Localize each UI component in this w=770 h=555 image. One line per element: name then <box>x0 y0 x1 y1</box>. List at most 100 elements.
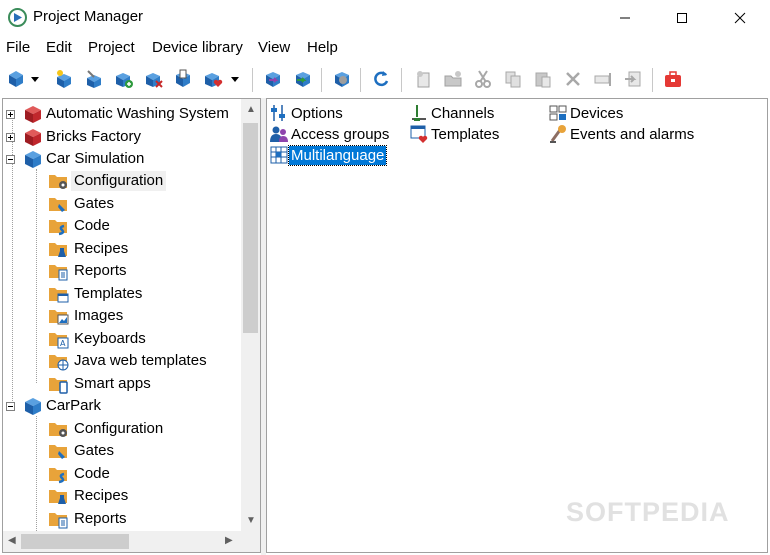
menu-file[interactable]: File <box>6 39 30 56</box>
close-icon <box>734 12 746 24</box>
tree-item-label: Recipes <box>74 487 129 504</box>
menu-device-library[interactable]: Device library <box>152 39 243 56</box>
web-button[interactable] <box>330 68 354 90</box>
paste-button[interactable] <box>531 68 555 90</box>
tree-item-images[interactable]: Images <box>47 305 126 327</box>
scrollbar-thumb[interactable] <box>243 123 258 333</box>
scrollbar-thumb[interactable] <box>21 534 129 549</box>
channels-icon <box>412 105 426 121</box>
tree-item-smart-apps[interactable]: Smart apps <box>47 373 154 395</box>
tree-item-automatic-washing-system[interactable]: Automatic Washing System <box>6 103 232 125</box>
tree-item-label: Java web templates <box>74 352 207 369</box>
folder-gates-icon <box>49 198 67 212</box>
collapse-toggle[interactable] <box>6 154 15 164</box>
toolbar-separator <box>321 68 322 92</box>
menu-view[interactable]: View <box>258 39 290 56</box>
import-button[interactable] <box>261 68 285 90</box>
favorite-dropdown[interactable] <box>228 68 242 90</box>
open-project-button[interactable] <box>82 68 106 90</box>
menu-edit[interactable]: Edit <box>46 39 72 56</box>
tree-item-templates[interactable]: Templates <box>47 283 145 305</box>
close-button[interactable] <box>712 0 768 36</box>
delete-icon <box>566 72 580 86</box>
tree-item-bricks-factory[interactable]: Bricks Factory <box>6 126 144 148</box>
heart-cube-icon <box>205 73 223 87</box>
content-item-label: Events and alarms <box>570 125 695 143</box>
tree-item-recipes[interactable]: Recipes <box>47 238 131 260</box>
tree-item-code[interactable]: Code <box>47 215 113 237</box>
project-tree: Automatic Washing System Bricks Factory … <box>3 99 241 531</box>
tree-item-label: Recipes <box>74 240 129 257</box>
minimize-button[interactable] <box>597 0 653 36</box>
tree-item-car-simulation[interactable]: Car Simulation <box>6 148 147 170</box>
new-project-button[interactable] <box>4 68 28 90</box>
tree-item-keyboards[interactable]: A Keyboards <box>47 328 149 350</box>
copy-button[interactable] <box>501 68 525 90</box>
chevron-down-icon <box>231 76 239 82</box>
maximize-button[interactable] <box>654 0 710 36</box>
folder-recipes-icon <box>49 490 67 504</box>
expand-toggle[interactable] <box>6 109 15 119</box>
tree-item-configuration[interactable]: Configuration <box>47 170 167 192</box>
remove-button[interactable] <box>142 68 166 90</box>
scroll-left-icon[interactable]: ◀ <box>8 535 16 546</box>
content-item-channels[interactable]: Channels <box>409 103 496 123</box>
refresh-button[interactable] <box>369 68 393 90</box>
content-item-devices[interactable]: Devices <box>548 103 625 123</box>
new-project-dropdown[interactable] <box>28 68 42 90</box>
properties-button[interactable] <box>171 68 195 90</box>
tree-item-label: Bricks Factory <box>46 128 142 145</box>
folder-apps-icon <box>49 378 68 394</box>
remove-cube-icon <box>146 73 163 88</box>
folder-code-icon <box>49 220 67 236</box>
tree-item-label: Reports <box>74 510 127 527</box>
tree-item-configuration[interactable]: Configuration <box>47 418 166 440</box>
content-item-access-groups[interactable]: Access groups <box>269 124 391 144</box>
tree-horizontal-scrollbar[interactable]: ◀ ▶ <box>3 531 241 552</box>
tree-item-label: Configuration <box>74 420 164 437</box>
tree-item-code[interactable]: Code <box>47 463 113 485</box>
tree-item-reports[interactable]: Reports <box>47 260 130 282</box>
expand-toggle[interactable] <box>6 132 15 142</box>
tree-item-label: Code <box>74 465 110 482</box>
tree-item-gates[interactable]: Gates <box>47 440 117 462</box>
tree-item-label: Automatic Washing System <box>46 105 229 122</box>
menu-project[interactable]: Project <box>88 39 135 56</box>
move-button[interactable] <box>621 68 645 90</box>
collapse-toggle[interactable] <box>6 401 15 411</box>
tree-item-recipes[interactable]: Recipes <box>47 485 131 507</box>
export-button[interactable] <box>291 68 315 90</box>
title-bar: Project Manager <box>0 0 770 36</box>
tree-item-java-web-templates[interactable]: Java web templates <box>47 350 210 372</box>
new-doc-button[interactable] <box>411 68 435 90</box>
content-item-events-and-alarms[interactable]: Events and alarms <box>548 124 696 144</box>
tree-item-reports[interactable]: Reports <box>47 508 130 530</box>
folder-reports-icon <box>49 265 68 281</box>
toolbox-button[interactable] <box>661 68 685 90</box>
scroll-down-icon[interactable]: ▼ <box>246 515 256 526</box>
toolbar-separator <box>252 68 253 92</box>
add-cube-icon <box>116 73 133 88</box>
favorite-button[interactable] <box>201 68 225 90</box>
tree-item-label: Images <box>74 307 124 324</box>
add-button[interactable] <box>112 68 136 90</box>
folder-web-icon <box>49 355 69 371</box>
content-item-label: Multilanguage <box>287 144 388 166</box>
rename-button[interactable] <box>591 68 615 90</box>
cut-button[interactable] <box>471 68 495 90</box>
menu-help[interactable]: Help <box>307 39 338 56</box>
globe-cube-icon <box>335 72 349 87</box>
new-folder-button[interactable] <box>441 68 465 90</box>
new-item-button[interactable] <box>52 68 76 90</box>
import-icon <box>266 72 280 87</box>
tree-item-gates[interactable]: Gates <box>47 193 117 215</box>
tree-item-carpark[interactable]: CarPark <box>6 395 104 417</box>
content-item-options[interactable]: Options <box>269 103 345 123</box>
scroll-right-icon[interactable]: ▶ <box>225 535 233 546</box>
tree-vertical-scrollbar[interactable]: ▲ ▼ <box>241 99 260 531</box>
delete-button[interactable] <box>561 68 585 90</box>
content-item-templates[interactable]: Templates <box>409 124 501 144</box>
rename-icon <box>594 73 611 86</box>
content-item-multilanguage[interactable]: Multilanguage <box>269 144 388 166</box>
scroll-up-icon[interactable]: ▲ <box>246 104 256 115</box>
